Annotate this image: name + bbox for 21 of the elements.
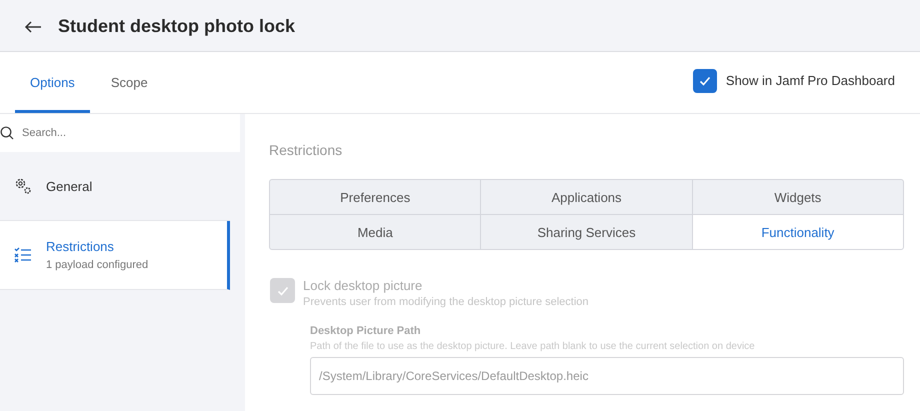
payload-count: 1 payload configured (46, 259, 148, 271)
gears-icon (14, 177, 32, 195)
section-title: Restrictions (269, 142, 344, 158)
checkbox-label: Show in Jamf Pro Dashboard (726, 73, 895, 88)
sidebar-item[interactable]: Restrictions 1 payload configured (0, 221, 230, 290)
category-tab[interactable]: Applications (481, 180, 692, 214)
setting-description: Prevents user from modifying the desktop picture selection (303, 296, 589, 308)
page-title: Student desktop photo lock (58, 16, 295, 36)
setting-label: Lock desktop picture (303, 278, 424, 293)
field-label: Desktop Picture Path (310, 325, 422, 337)
category-tab[interactable]: Widgets (692, 180, 903, 214)
search-input[interactable]: Search... (22, 118, 240, 148)
search-icon (0, 126, 14, 140)
search-field[interactable]: Search... (0, 114, 240, 152)
category-tab[interactable]: Preferences (270, 180, 480, 214)
tab[interactable]: Scope (96, 52, 163, 113)
checkbox[interactable] (692, 68, 717, 92)
checklist-icon (14, 247, 32, 263)
category-tab[interactable]: Media (270, 215, 480, 249)
category-tab[interactable]: Sharing Services (481, 215, 692, 249)
category-tab[interactable]: Functionality (692, 215, 903, 249)
